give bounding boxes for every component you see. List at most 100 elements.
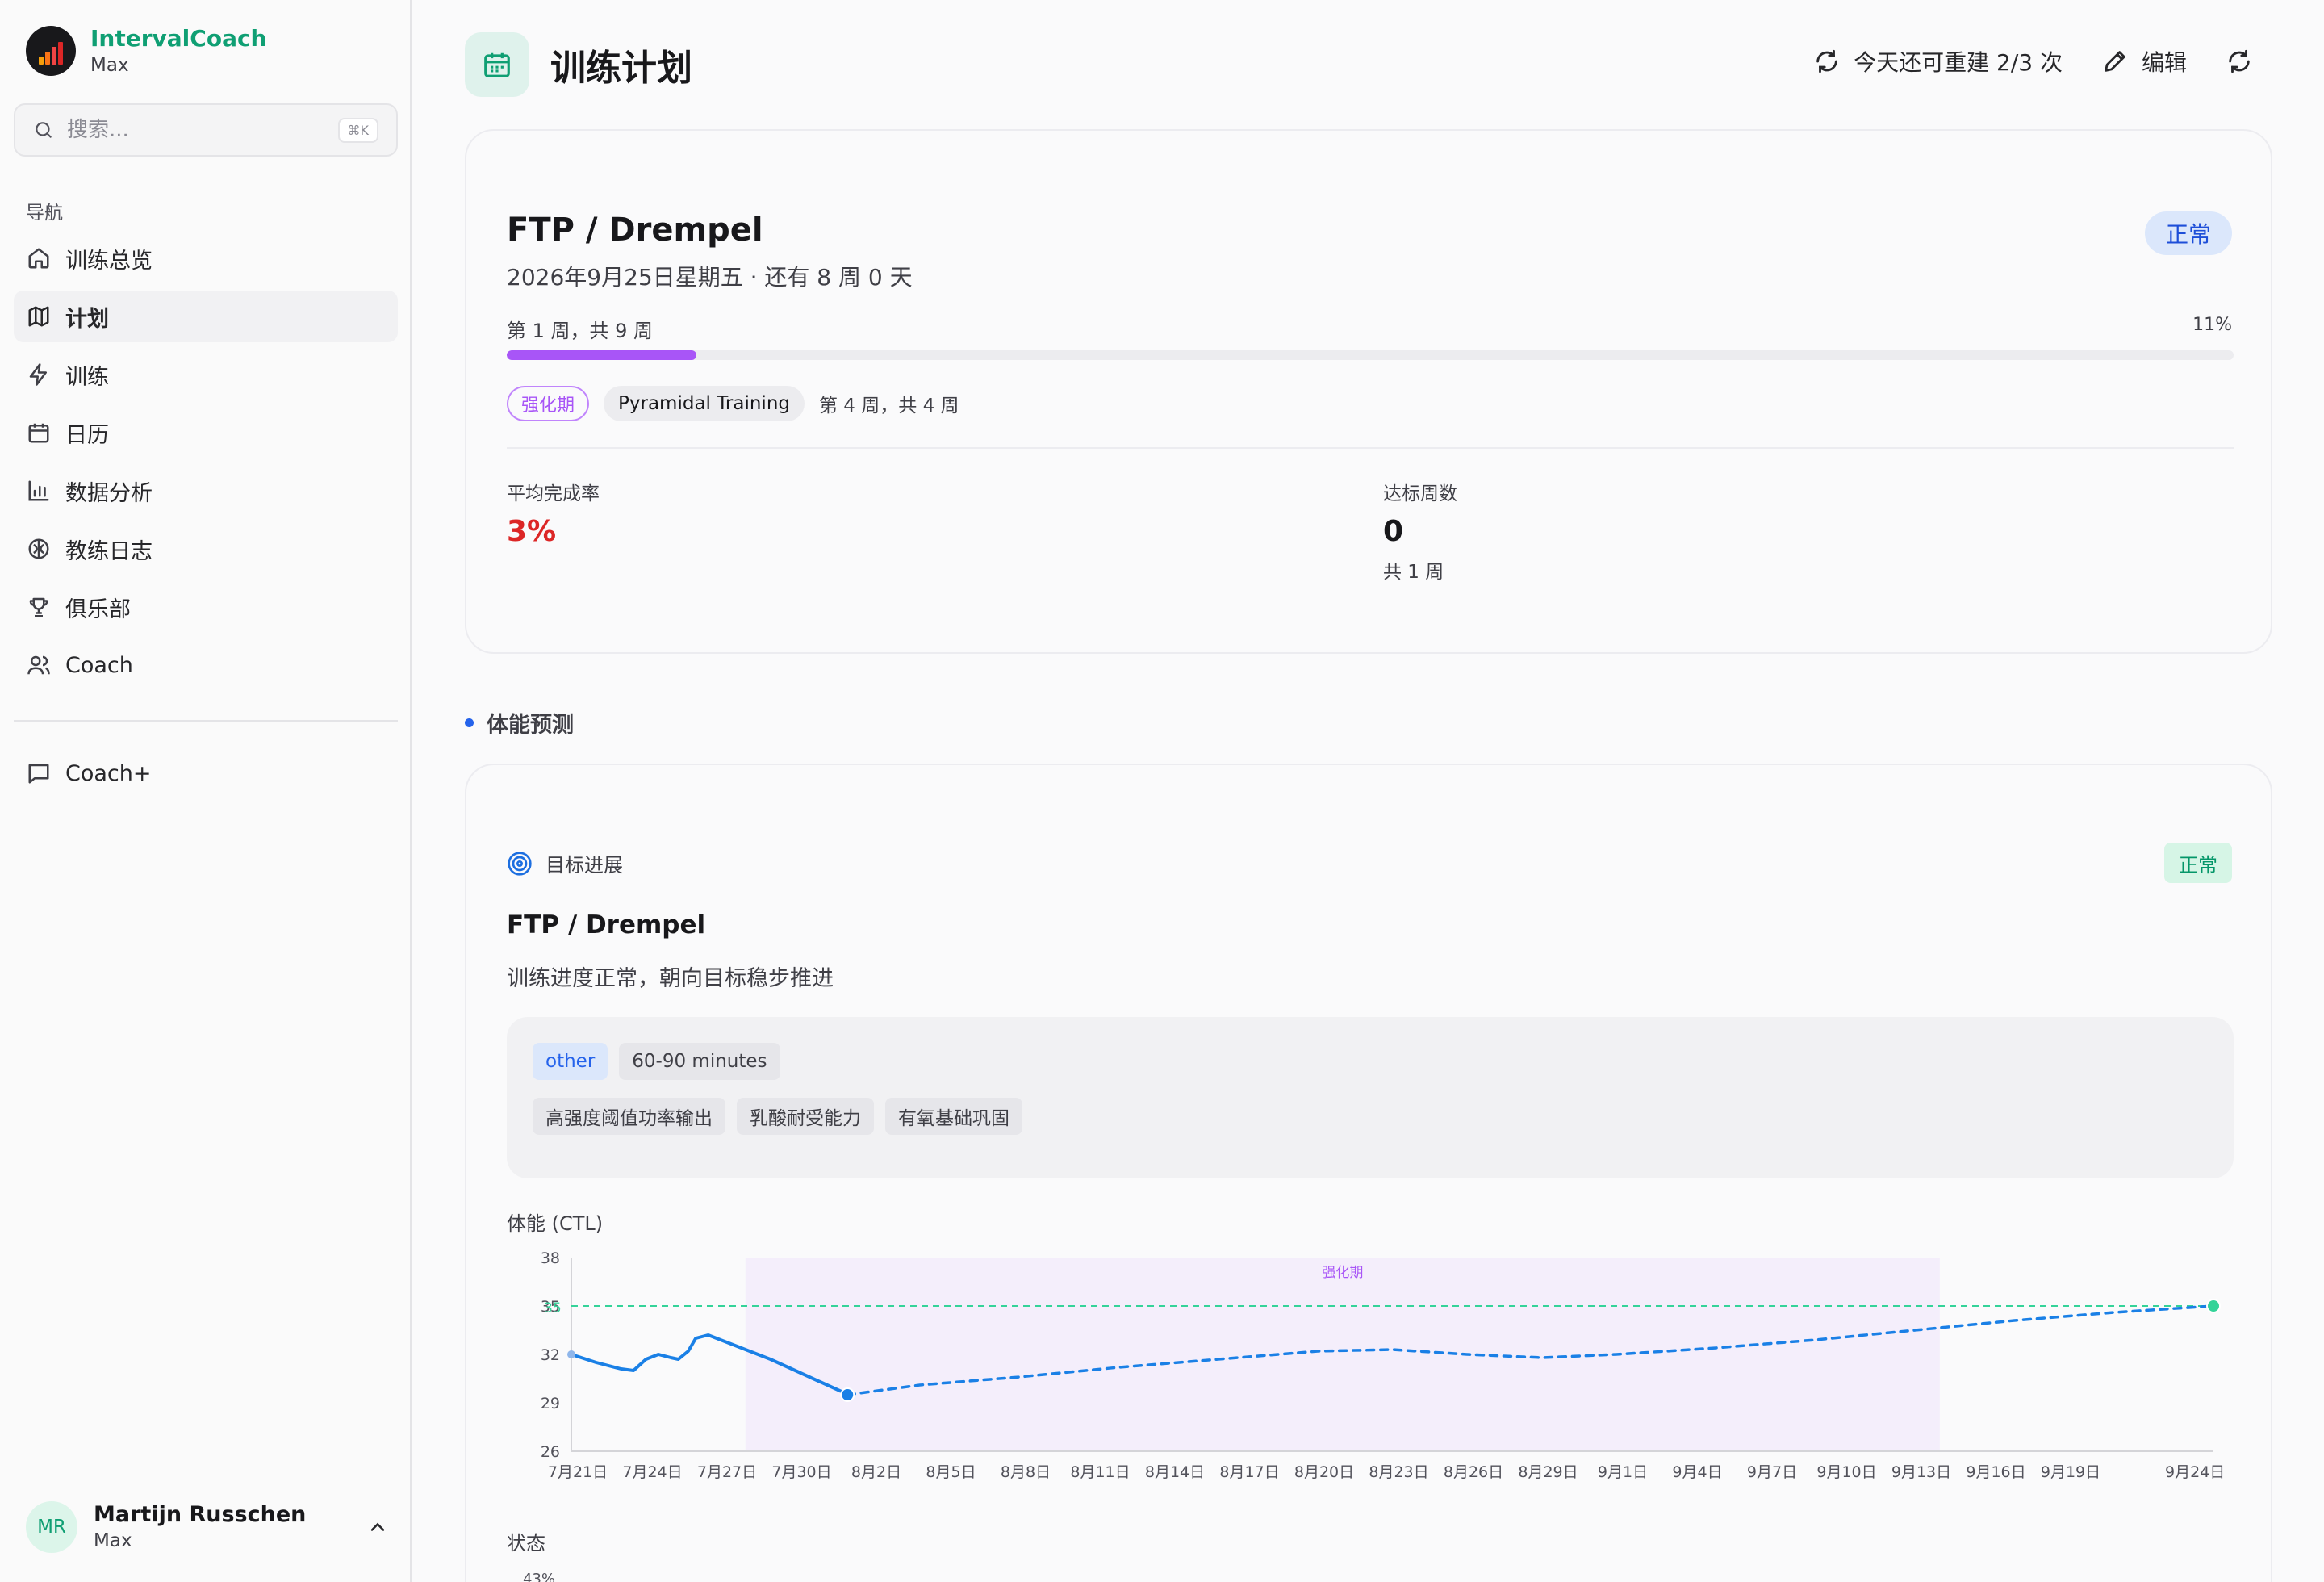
x-tick-label: 8月14日: [1145, 1463, 1205, 1481]
ctl-chart: 强化期 38 35 32 29 26 7月21日 7月24日 7月27日 7月30日 8月2日 8月5…: [541, 1249, 2225, 1481]
y-tick-label: 26: [541, 1443, 560, 1461]
sidebar-item-label: 数据分析: [65, 480, 153, 506]
y-tick-label: 38: [541, 1249, 560, 1267]
plan-name-tag: Pyramidal Training: [604, 386, 805, 421]
app-logo-icon: [26, 26, 76, 76]
sidebar-item-coach-log[interactable]: 教练日志: [14, 523, 398, 575]
stat-value: 3%: [507, 515, 557, 548]
pencil-icon: [2105, 51, 2125, 72]
map-icon: [28, 306, 49, 327]
stat-label: 平均完成率: [507, 483, 600, 504]
phase-week: 第 4 周，共 4 周: [819, 396, 959, 416]
x-tick-label: 8月5日: [926, 1463, 976, 1481]
section-title: 体能预测: [465, 707, 574, 739]
plan-summary-card: FTP / Drempel 2026年9月25日星期五 · 还有 8 周 0 天…: [465, 129, 2272, 654]
x-tick-label: 9月19日: [2041, 1463, 2100, 1481]
sidebar-item-label: 计划: [65, 306, 109, 332]
ctl-today-point: [840, 1387, 855, 1402]
sidebar: IntervalCoach Max ⌘K 导航 训练总览 计划 训练 日历 数据…: [0, 0, 412, 1582]
app-profile: Max: [90, 55, 129, 76]
phase-band-label: 强化期: [1322, 1265, 1363, 1281]
avatar: MR: [26, 1501, 77, 1553]
x-tick-label: 8月23日: [1369, 1463, 1428, 1481]
refresh-icon: [2229, 49, 2250, 73]
goal-date: 2026年9月25日星期五 · 还有 8 周 0 天: [507, 264, 913, 291]
refresh-button[interactable]: [2226, 48, 2253, 75]
search-input[interactable]: [67, 118, 317, 142]
chip: 高强度阈值功率输出: [533, 1098, 725, 1135]
ctl-goal-point: [2206, 1299, 2221, 1313]
user-profile: Max: [94, 1530, 132, 1551]
rebuild-label: 今天还可重建 2/3 次: [1854, 49, 2063, 76]
y-tick-label: 29: [541, 1395, 560, 1412]
sidebar-item-label: 训练: [65, 364, 109, 390]
rebuild-button[interactable]: 今天还可重建 2/3 次: [1813, 45, 2063, 77]
sidebar-item-label: 教练日志: [65, 538, 153, 564]
x-tick-label: 8月29日: [1518, 1463, 1578, 1481]
brand[interactable]: IntervalCoach Max: [26, 24, 267, 77]
x-tick-label: 9月7日: [1747, 1463, 1797, 1481]
users-icon: [27, 655, 50, 675]
sidebar-item-plan[interactable]: 计划: [14, 291, 398, 342]
x-tick-label: 7月24日: [622, 1463, 682, 1481]
week-label: 第 1 周，共 9 周: [507, 320, 654, 342]
calendar-icon: [465, 32, 529, 97]
user-name: Martijn Russchen: [94, 1502, 307, 1527]
sidebar-item-club[interactable]: 俱乐部: [14, 581, 398, 633]
x-tick-label: 7月27日: [697, 1463, 757, 1481]
zap-icon: [29, 363, 47, 386]
goal-progress-head: 目标进展: [507, 849, 623, 877]
x-tick-label: 9月1日: [1598, 1463, 1648, 1481]
x-tick-label: 8月8日: [1001, 1463, 1051, 1481]
x-tick-label: 9月24日: [2165, 1463, 2225, 1481]
edit-button[interactable]: 编辑: [2101, 45, 2187, 77]
message-square-icon: [28, 764, 49, 784]
search-shortcut: ⌘K: [337, 117, 378, 143]
x-tick-label: 7月21日: [548, 1463, 608, 1481]
chip-row: 高强度阈值功率输出 乳酸耐受能力 有氧基础巩固: [533, 1098, 1022, 1135]
goal-title: FTP / Drempel: [507, 211, 763, 249]
status-badge: 正常: [2164, 843, 2232, 883]
sidebar-item-calendar[interactable]: 日历: [14, 407, 398, 458]
stat-sub: 共 1 周: [1383, 562, 1444, 583]
search-icon: [36, 122, 52, 138]
state-chart-title: 状态: [507, 1532, 545, 1555]
plan-progress-fill: [507, 350, 697, 360]
x-tick-label: 9月16日: [1966, 1463, 2025, 1481]
completion-stat: 平均完成率 3%: [507, 478, 600, 548]
nav-divider: [14, 720, 398, 722]
goal-title: FTP / Drempel: [507, 910, 706, 940]
sidebar-item-analytics[interactable]: 数据分析: [14, 465, 398, 517]
x-tick-label: 8月11日: [1070, 1463, 1130, 1481]
state-chart-tick: 43%: [523, 1571, 556, 1582]
refresh-icon: [1816, 49, 1837, 73]
sidebar-item-coach[interactable]: Coach: [14, 639, 398, 691]
stat-value: 0: [1383, 515, 1404, 548]
sidebar-item-workouts[interactable]: 训练: [14, 349, 398, 400]
sidebar-item-overview[interactable]: 训练总览: [14, 232, 398, 284]
sidebar-item-label: 日历: [65, 422, 109, 448]
sidebar-item-label: Coach: [65, 652, 133, 678]
divider: [507, 447, 2234, 449]
progress-percent: 11%: [2192, 315, 2232, 335]
trophy-icon: [29, 597, 48, 617]
phase-band: [745, 1258, 1940, 1451]
user-menu[interactable]: MR Martijn Russchen Max: [26, 1501, 389, 1553]
sidebar-item-coach-plus[interactable]: Coach+: [14, 747, 398, 799]
x-tick-label: 9月13日: [1891, 1463, 1951, 1481]
weeks-stat: 达标周数 0 共 1 周: [1383, 478, 1457, 584]
dot-icon: [465, 718, 474, 727]
x-tick-label: 9月10日: [1816, 1463, 1876, 1481]
chip: 有氧基础巩固: [885, 1098, 1022, 1135]
page-title: 训练计划: [550, 48, 692, 89]
chip: other: [533, 1043, 608, 1080]
y-tick-label: 32: [541, 1346, 560, 1364]
bar-chart-icon: [28, 480, 49, 501]
section-title-text: 体能预测: [487, 713, 574, 738]
brain-icon: [28, 538, 49, 559]
x-tick-label: 8月20日: [1294, 1463, 1354, 1481]
search-box[interactable]: ⌘K: [14, 103, 398, 157]
secondary-nav: Coach+: [14, 747, 398, 806]
header-actions: 今天还可重建 2/3 次 编辑: [1774, 45, 2253, 77]
main-content: 训练计划 今天还可重建 2/3 次 编辑 FTP / Drempel 2026年…: [413, 0, 2324, 1582]
